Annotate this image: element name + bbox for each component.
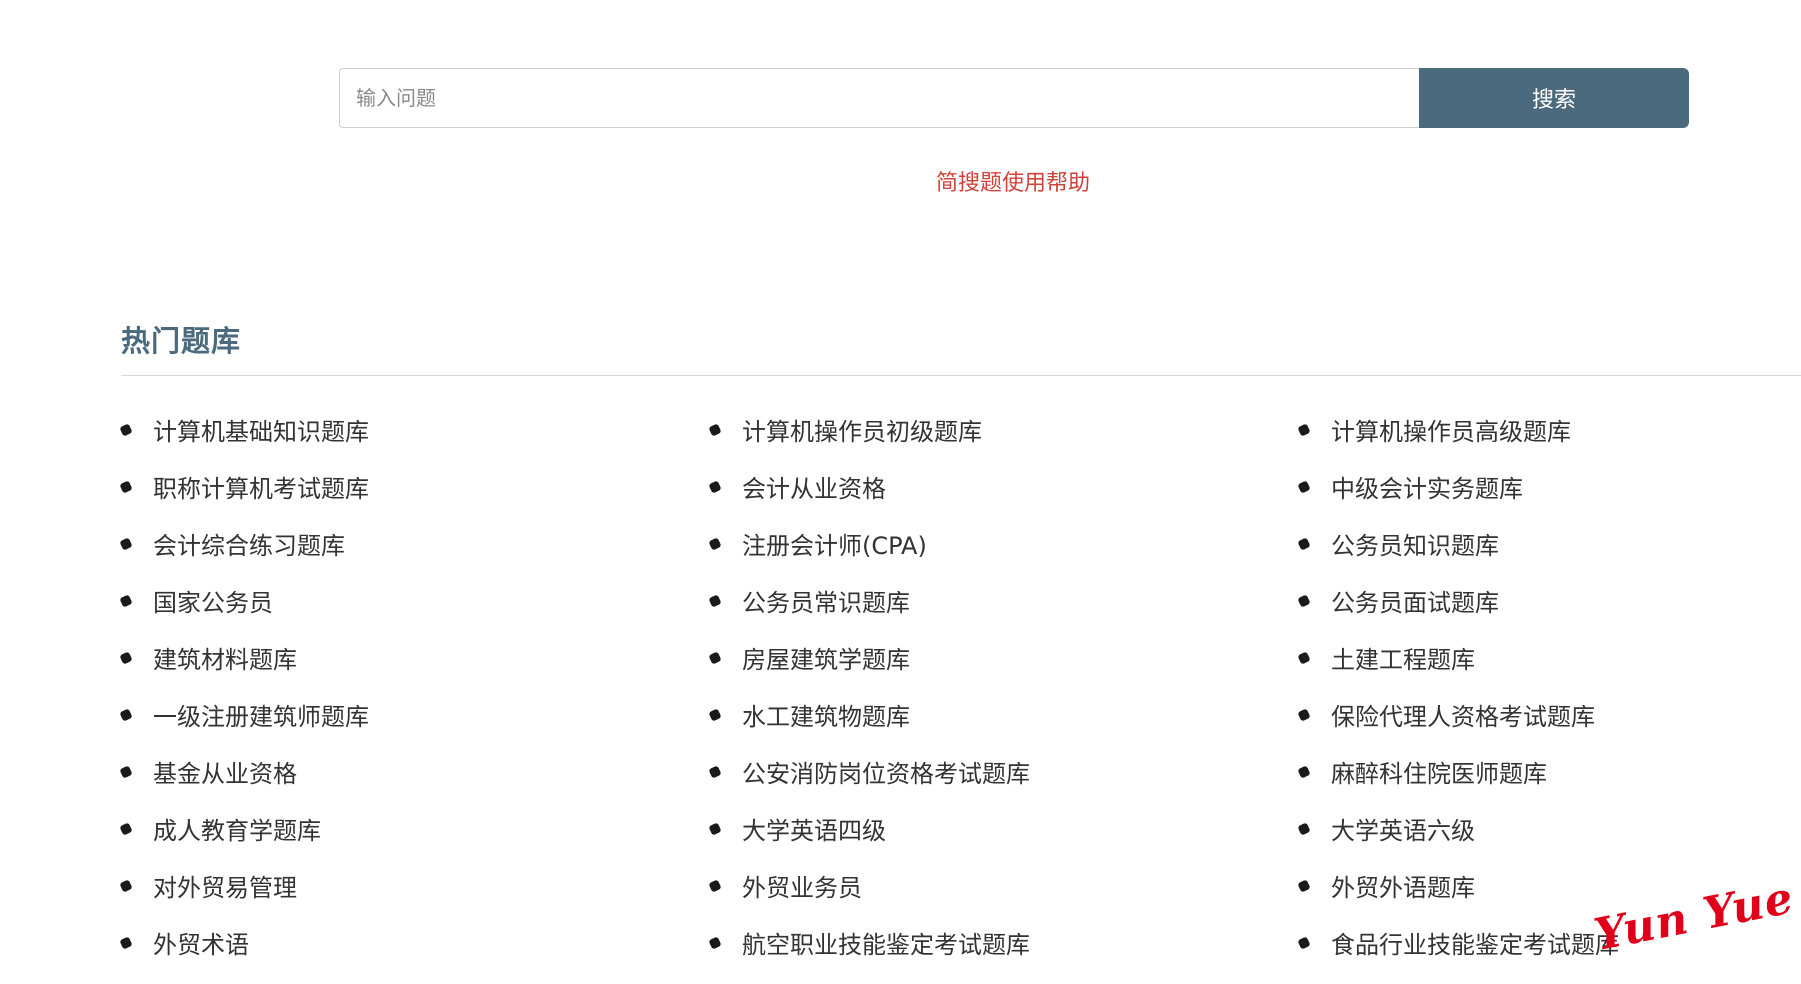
bullet-icon: [119, 422, 133, 437]
bullet-icon: [1297, 821, 1311, 836]
bullet-icon: [1297, 707, 1311, 722]
section-divider: [121, 375, 1801, 376]
list-item[interactable]: 公安消防岗位资格考试题库: [708, 743, 1299, 800]
list-item[interactable]: 会计综合练习题库: [119, 515, 710, 572]
list-item-label: 麻醉科住院医师题库: [1331, 760, 1547, 788]
bullet-icon: [119, 821, 133, 836]
list-item[interactable]: 公务员知识题库: [1297, 515, 1801, 572]
list-item-label: 国家公务员: [153, 589, 273, 617]
hot-bank-list: 计算机基础知识题库 计算机操作员初级题库 计算机操作员高级题库 职称计算机考试题…: [119, 401, 1801, 971]
bullet-icon: [708, 479, 722, 494]
list-item[interactable]: 房屋建筑学题库: [708, 629, 1299, 686]
bullet-icon: [1297, 764, 1311, 779]
list-item[interactable]: 成人教育学题库: [119, 800, 710, 857]
list-item[interactable]: 大学英语六级: [1297, 800, 1801, 857]
bullet-icon: [1297, 935, 1311, 950]
list-item[interactable]: 航空职业技能鉴定考试题库: [708, 914, 1299, 971]
list-item-label: 职称计算机考试题库: [153, 475, 369, 503]
list-item[interactable]: 一级注册建筑师题库: [119, 686, 710, 743]
bullet-icon: [708, 707, 722, 722]
list-item-label: 公务员常识题库: [742, 589, 910, 617]
bullet-icon: [1297, 422, 1311, 437]
search-input[interactable]: [339, 68, 1419, 128]
bullet-icon: [119, 650, 133, 665]
list-item[interactable]: 公务员面试题库: [1297, 572, 1801, 629]
bullet-icon: [119, 593, 133, 608]
list-item[interactable]: 对外贸易管理: [119, 857, 710, 914]
list-item-label: 公务员面试题库: [1331, 589, 1499, 617]
list-item-label: 航空职业技能鉴定考试题库: [742, 931, 1030, 959]
bullet-icon: [1297, 479, 1311, 494]
list-item[interactable]: 麻醉科住院医师题库: [1297, 743, 1801, 800]
list-item-label: 中级会计实务题库: [1331, 475, 1523, 503]
list-item-label: 房屋建筑学题库: [742, 646, 910, 674]
list-item[interactable]: 会计从业资格: [708, 458, 1299, 515]
search-bar: 搜索: [339, 68, 1689, 128]
bullet-icon: [119, 764, 133, 779]
list-item-label: 土建工程题库: [1331, 646, 1475, 674]
list-item-label: 公务员知识题库: [1331, 532, 1499, 560]
bullet-icon: [708, 878, 722, 893]
list-item[interactable]: 公务员常识题库: [708, 572, 1299, 629]
bullet-icon: [708, 935, 722, 950]
list-item[interactable]: 外贸术语: [119, 914, 710, 971]
list-item[interactable]: 外贸业务员: [708, 857, 1299, 914]
bullet-icon: [119, 935, 133, 950]
section-title: 热门题库: [121, 324, 242, 358]
list-item-label: 大学英语六级: [1331, 817, 1475, 845]
bullet-icon: [708, 650, 722, 665]
list-item-label: 建筑材料题库: [153, 646, 297, 674]
list-item[interactable]: 基金从业资格: [119, 743, 710, 800]
list-item[interactable]: 计算机基础知识题库: [119, 401, 710, 458]
list-item-label: 大学英语四级: [742, 817, 886, 845]
list-item-label: 外贸术语: [153, 931, 249, 959]
list-item-label: 成人教育学题库: [153, 817, 321, 845]
bullet-icon: [119, 878, 133, 893]
list-item[interactable]: 土建工程题库: [1297, 629, 1801, 686]
list-item[interactable]: 大学英语四级: [708, 800, 1299, 857]
list-item-label: 计算机操作员高级题库: [1331, 418, 1571, 446]
list-item-label: 外贸业务员: [742, 874, 862, 902]
list-item-label: 计算机操作员初级题库: [742, 418, 982, 446]
bullet-icon: [1297, 536, 1311, 551]
list-item[interactable]: 职称计算机考试题库: [119, 458, 710, 515]
bullet-icon: [1297, 593, 1311, 608]
list-item[interactable]: 水工建筑物题库: [708, 686, 1299, 743]
list-item-label: 一级注册建筑师题库: [153, 703, 369, 731]
list-item[interactable]: 计算机操作员初级题库: [708, 401, 1299, 458]
bullet-icon: [708, 821, 722, 836]
list-item-label: 公安消防岗位资格考试题库: [742, 760, 1030, 788]
bullet-icon: [119, 707, 133, 722]
search-button[interactable]: 搜索: [1419, 68, 1689, 128]
bullet-icon: [1297, 878, 1311, 893]
list-item-label: 基金从业资格: [153, 760, 297, 788]
list-item[interactable]: 国家公务员: [119, 572, 710, 629]
bullet-icon: [119, 536, 133, 551]
bullet-icon: [708, 536, 722, 551]
list-item-label: 注册会计师(CPA): [742, 532, 927, 560]
list-item-label: 会计综合练习题库: [153, 532, 345, 560]
list-item-label: 外贸外语题库: [1331, 874, 1475, 902]
list-item[interactable]: 中级会计实务题库: [1297, 458, 1801, 515]
list-item[interactable]: 建筑材料题库: [119, 629, 710, 686]
list-item[interactable]: 保险代理人资格考试题库: [1297, 686, 1801, 743]
list-item-label: 会计从业资格: [742, 475, 886, 503]
bullet-icon: [708, 422, 722, 437]
bullet-icon: [1297, 650, 1311, 665]
list-item-label: 计算机基础知识题库: [153, 418, 369, 446]
search-help-link[interactable]: 简搜题使用帮助: [0, 165, 1801, 197]
bullet-icon: [119, 479, 133, 494]
list-item-label: 保险代理人资格考试题库: [1331, 703, 1595, 731]
bullet-icon: [708, 764, 722, 779]
list-item[interactable]: 计算机操作员高级题库: [1297, 401, 1801, 458]
list-item-label: 食品行业技能鉴定考试题库: [1331, 931, 1619, 959]
bullet-icon: [708, 593, 722, 608]
list-item-label: 对外贸易管理: [153, 874, 297, 902]
list-item[interactable]: 注册会计师(CPA): [708, 515, 1299, 572]
list-item-label: 水工建筑物题库: [742, 703, 910, 731]
